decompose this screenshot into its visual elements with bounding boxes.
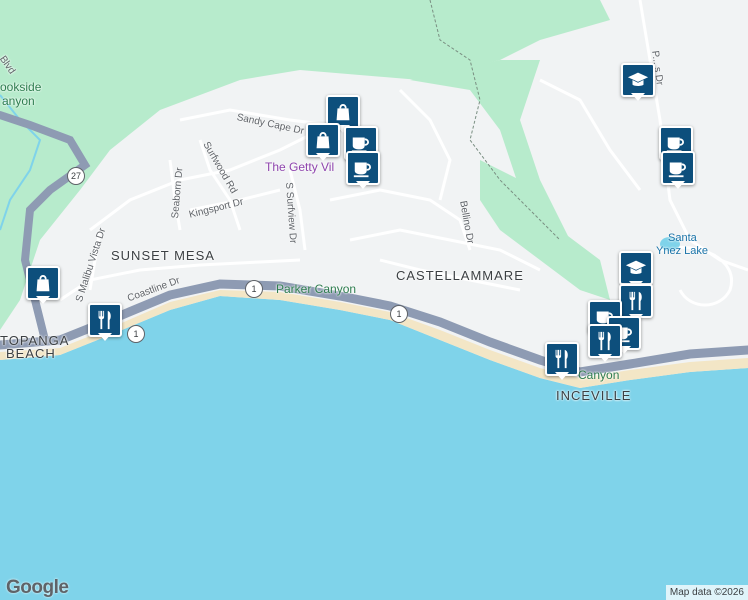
google-logo[interactable]: Google — [6, 577, 69, 599]
restaurant-marker[interactable] — [545, 342, 579, 380]
shopping-bag-icon — [36, 274, 50, 292]
fork-knife-icon — [98, 310, 111, 330]
route-1-shield-c: 1 — [127, 325, 145, 343]
shop-marker[interactable] — [306, 123, 340, 161]
route-1-shield-b: 1 — [390, 305, 408, 323]
fork-knife-icon — [598, 331, 611, 351]
restaurant-marker[interactable] — [88, 303, 122, 341]
santa-ynez-lake-water — [660, 237, 680, 251]
cafe-marker[interactable] — [661, 151, 695, 189]
school-marker[interactable] — [621, 63, 655, 101]
fork-knife-icon — [555, 349, 568, 369]
restaurant-marker[interactable] — [588, 324, 622, 362]
shop-marker[interactable] — [26, 266, 60, 304]
shopping-bag-icon — [336, 103, 350, 121]
coffee-cup-icon — [668, 162, 687, 178]
graduation-cap-icon — [627, 72, 649, 86]
fork-knife-icon — [629, 291, 642, 311]
route-27-shield: 27 — [67, 167, 85, 185]
route-1-shield-a: 1 — [245, 280, 263, 298]
coffee-cup-icon — [353, 162, 372, 178]
graduation-cap-icon — [625, 260, 647, 274]
shopping-bag-icon — [316, 131, 330, 149]
map-attribution[interactable]: Map data ©2026 — [665, 585, 748, 600]
cafe-marker[interactable] — [346, 151, 380, 189]
